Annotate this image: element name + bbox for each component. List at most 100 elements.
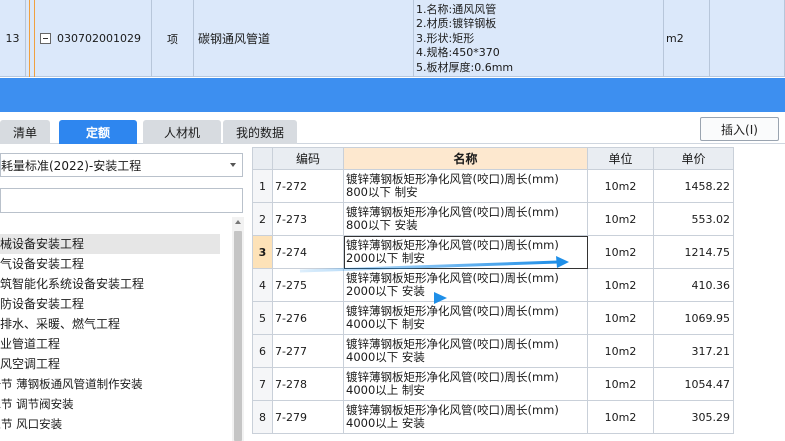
scroll-up-icon[interactable]	[235, 220, 241, 224]
header-code[interactable]: 编码	[272, 147, 344, 170]
quota-price: 1069.95	[653, 301, 734, 335]
feature-item: 2.材质:镀锌钢板	[416, 17, 497, 31]
tree-item[interactable]: 建筑智能化系统设备安装工程	[0, 274, 220, 294]
chevron-down-icon	[230, 163, 236, 167]
bill-unit: m2	[664, 0, 710, 77]
quota-price: 317.21	[653, 334, 734, 368]
insert-button[interactable]: 插入(I)	[700, 117, 779, 141]
row-index: 13	[0, 0, 26, 77]
quota-unit: 10m2	[587, 301, 654, 335]
header-name[interactable]: 名称	[343, 147, 588, 170]
feature-item: 5.板材厚度:0.6mm	[416, 60, 514, 74]
quota-unit: 10m2	[587, 268, 654, 302]
quota-price: 410.36	[653, 268, 734, 302]
header-index	[252, 147, 273, 170]
quota-name[interactable]: 镀锌薄钢板矩形净化风管(咬口)周长(mm) 4000以下 安装	[343, 334, 588, 368]
separator-band	[0, 78, 785, 112]
quota-name-line: 4000以上 制安	[346, 383, 425, 397]
table-row[interactable]: 7 7-278 镀锌薄钢板矩形净化风管(咬口)周长(mm) 4000以上 制安 1…	[252, 367, 734, 401]
scroll-thumb[interactable]	[234, 231, 242, 441]
feature-item: 3.形状:矩形	[416, 31, 475, 45]
quota-unit: 10m2	[587, 367, 654, 401]
quota-code[interactable]: 7-272	[272, 169, 344, 203]
quota-name-line: 4000以下 安装	[346, 350, 425, 364]
quota-name[interactable]: 镀锌薄钢板矩形净化风管(咬口)周长(mm) 2000以下 制安	[343, 235, 588, 269]
quota-price: 305.29	[653, 400, 734, 434]
feature-item: 4.规格:450*370	[416, 46, 500, 60]
bill-code-cell[interactable]: 030702001029	[26, 0, 152, 77]
tree-item[interactable]: 工业管道工程	[0, 334, 220, 354]
quota-unit: 10m2	[587, 334, 654, 368]
collapse-icon[interactable]	[40, 33, 51, 44]
row-index: 2	[252, 202, 273, 236]
standard-select[interactable]: 消耗量标准(2022)-安装工程	[0, 153, 243, 177]
quota-code[interactable]: 7-277	[272, 334, 344, 368]
quota-name-line: 2000以下 制安	[346, 251, 425, 265]
tree-item[interactable]: 机械设备安装工程	[0, 234, 220, 254]
quota-name-line: 800以下 制安	[346, 185, 418, 199]
tree-item[interactable]: 消防设备安装工程	[0, 294, 220, 314]
tree-scrollbar[interactable]	[232, 217, 244, 441]
quota-name-line: 4000以上 安装	[346, 416, 425, 430]
bill-empty-cell[interactable]	[710, 0, 785, 77]
table-row[interactable]: 5 7-276 镀锌薄钢板矩形净化风管(咬口)周长(mm) 4000以下 制安 1…	[252, 301, 734, 335]
quota-unit: 10m2	[587, 400, 654, 434]
quota-code[interactable]: 7-278	[272, 367, 344, 401]
quota-name-line: 2000以下 安装	[346, 284, 425, 298]
quota-name[interactable]: 镀锌薄钢板矩形净化风管(咬口)周长(mm) 4000以上 安装	[343, 400, 588, 434]
tree-item[interactable]: 第一节 薄钢板通风管道制作安装	[0, 374, 220, 394]
quota-name[interactable]: 镀锌薄钢板矩形净化风管(咬口)周长(mm) 2000以下 安装	[343, 268, 588, 302]
quota-code[interactable]: 7-273	[272, 202, 344, 236]
header-unit[interactable]: 单位	[587, 147, 654, 170]
table-row[interactable]: 2 7-273 镀锌薄钢板矩形净化风管(咬口)周长(mm) 800以下 安装 10…	[252, 202, 734, 236]
header-price[interactable]: 单价	[653, 147, 734, 170]
row-index: 3	[252, 235, 273, 269]
selected-bill-row[interactable]: 13 030702001029 项 碳钢通风管道 1.名称:通风风管 2.材质:…	[0, 0, 785, 77]
tree-guide-line	[29, 0, 30, 77]
tree-item[interactable]: 给排水、采暖、燃气工程	[0, 314, 220, 334]
quota-name-line: 800以下 安装	[346, 218, 418, 232]
table-header-row: 编码 名称 单位 单价	[252, 147, 734, 170]
row-index: 5	[252, 301, 273, 335]
quota-price: 1214.75	[653, 235, 734, 269]
quota-name[interactable]: 镀锌薄钢板矩形净化风管(咬口)周长(mm) 800以下 安装	[343, 202, 588, 236]
quota-name-line: 4000以下 制安	[346, 317, 425, 331]
tab-bill-list[interactable]: 清单	[0, 120, 50, 144]
table-row[interactable]: 6 7-277 镀锌薄钢板矩形净化风管(咬口)周长(mm) 4000以下 安装 1…	[252, 334, 734, 368]
tree-guide-line	[34, 0, 35, 77]
chapter-tree: 机械设备安装工程 电气设备安装工程 建筑智能化系统设备安装工程 消防设备安装工程…	[0, 234, 220, 434]
bill-code: 030702001029	[57, 32, 141, 45]
tab-quota[interactable]: 定额	[59, 120, 137, 144]
table-row[interactable]: 8 7-279 镀锌薄钢板矩形净化风管(咬口)周长(mm) 4000以上 安装 1…	[252, 400, 734, 434]
tree-item[interactable]: 通风空调工程	[0, 354, 220, 374]
tab-bar: 清单 定额 人材机 我的数据	[0, 112, 785, 144]
tree-item[interactable]: 电气设备安装工程	[0, 254, 220, 274]
tree-item[interactable]: 第二节 调节阀安装	[0, 394, 220, 414]
quota-name[interactable]: 镀锌薄钢板矩形净化风管(咬口)周长(mm) 800以下 制安	[343, 169, 588, 203]
quota-name[interactable]: 镀锌薄钢板矩形净化风管(咬口)周长(mm) 4000以上 制安	[343, 367, 588, 401]
tab-labor-material-machine[interactable]: 人材机	[143, 120, 221, 144]
tree-item[interactable]: 第三节 风口安装	[0, 414, 220, 434]
bill-name[interactable]: 碳钢通风管道	[194, 0, 414, 77]
quota-price: 553.02	[653, 202, 734, 236]
row-index: 6	[252, 334, 273, 368]
quota-library-panel: 消耗量标准(2022)-安装工程 机械设备安装工程 电气设备安装工程 建筑智能化…	[0, 145, 246, 441]
quota-code[interactable]: 7-274	[272, 235, 344, 269]
table-row-selected[interactable]: 3 7-274 镀锌薄钢板矩形净化风管(咬口)周长(mm) 2000以下 制安 1…	[252, 235, 734, 269]
quota-code[interactable]: 7-276	[272, 301, 344, 335]
search-input[interactable]	[0, 188, 243, 213]
quota-price: 1054.47	[653, 367, 734, 401]
row-index: 4	[252, 268, 273, 302]
quota-unit: 10m2	[587, 235, 654, 269]
row-index: 8	[252, 400, 273, 434]
table-row[interactable]: 4 7-275 镀锌薄钢板矩形净化风管(咬口)周长(mm) 2000以下 安装 1…	[252, 268, 734, 302]
quota-name[interactable]: 镀锌薄钢板矩形净化风管(咬口)周长(mm) 4000以下 制安	[343, 301, 588, 335]
tab-my-data[interactable]: 我的数据	[223, 120, 297, 144]
bill-type: 项	[152, 0, 194, 77]
quota-unit: 10m2	[587, 169, 654, 203]
quota-code[interactable]: 7-279	[272, 400, 344, 434]
bill-features[interactable]: 1.名称:通风风管 2.材质:镀锌钢板 3.形状:矩形 4.规格:450*370…	[414, 0, 664, 77]
quota-price: 1458.22	[653, 169, 734, 203]
table-row[interactable]: 1 7-272 镀锌薄钢板矩形净化风管(咬口)周长(mm) 800以下 制安 10…	[252, 169, 734, 203]
quota-code[interactable]: 7-275	[272, 268, 344, 302]
